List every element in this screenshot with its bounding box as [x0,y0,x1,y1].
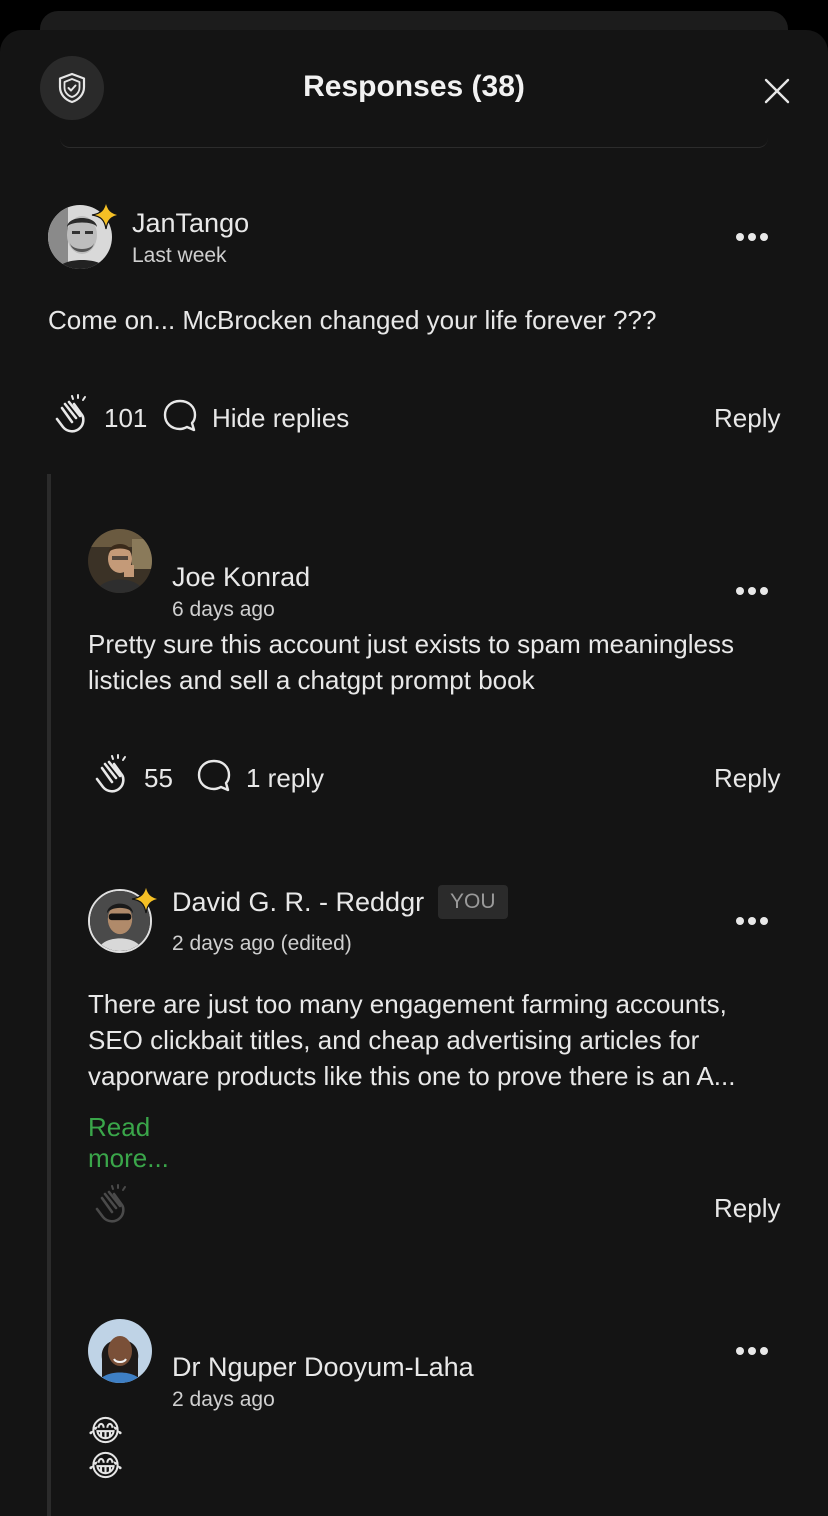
author-name[interactable]: JanTango [132,208,249,239]
close-icon [764,78,790,104]
author-name[interactable]: Dr Nguper Dooyum-Laha [172,1352,474,1383]
avatar-photo [88,1319,152,1383]
member-star-icon [131,884,161,914]
sheet-header: Responses (38) [0,30,828,148]
reply-button[interactable]: Reply [714,403,780,434]
clap-count: 55 [144,763,173,793]
comment-time: 2 days ago (edited) [172,932,352,955]
comment-time: Last week [132,244,227,267]
replies-count-button[interactable]: 1 reply [246,763,324,794]
page-title: Responses (38) [303,70,525,103]
author-name[interactable]: Joe Konrad [172,562,310,593]
avatar[interactable] [88,529,152,593]
avatar[interactable] [88,1319,152,1383]
reply-button[interactable]: Reply [714,1193,780,1224]
comment-bubble-icon[interactable] [196,758,232,794]
more-options-button[interactable] [734,230,770,244]
comment-bubble-icon[interactable] [162,398,198,434]
avatar-photo [88,529,152,593]
more-options-button[interactable] [734,1344,770,1358]
comment-time: 6 days ago [172,598,275,621]
clap-icon[interactable] [90,754,134,798]
close-button[interactable] [760,74,794,108]
more-options-button[interactable] [734,914,770,928]
comment-text: There are just too many engagement farmi… [88,989,736,1091]
thread-line [47,474,51,1516]
reply-button[interactable]: Reply [714,763,780,794]
more-options-button[interactable] [734,584,770,598]
clap-icon[interactable] [90,1184,134,1228]
clap-icon[interactable] [50,394,94,438]
comment-text: Come on... McBrocken changed your life f… [48,305,657,335]
you-badge: YOU [438,885,508,919]
clap-count: 101 [104,403,148,433]
author-name[interactable]: David G. R. - Reddgr [172,887,424,918]
member-star-icon [91,200,121,230]
header-divider [60,138,768,148]
responses-sheet: Responses (38) JanTango Last week Come o… [0,30,828,1516]
read-more-link[interactable]: Read more... [88,1112,169,1174]
hide-replies-button[interactable]: Hide replies [212,403,349,434]
comment-text: 😂😂 [88,1415,124,1483]
comment-text: Pretty sure this account just exists to … [88,629,734,695]
comment-time: 2 days ago [172,1388,275,1411]
